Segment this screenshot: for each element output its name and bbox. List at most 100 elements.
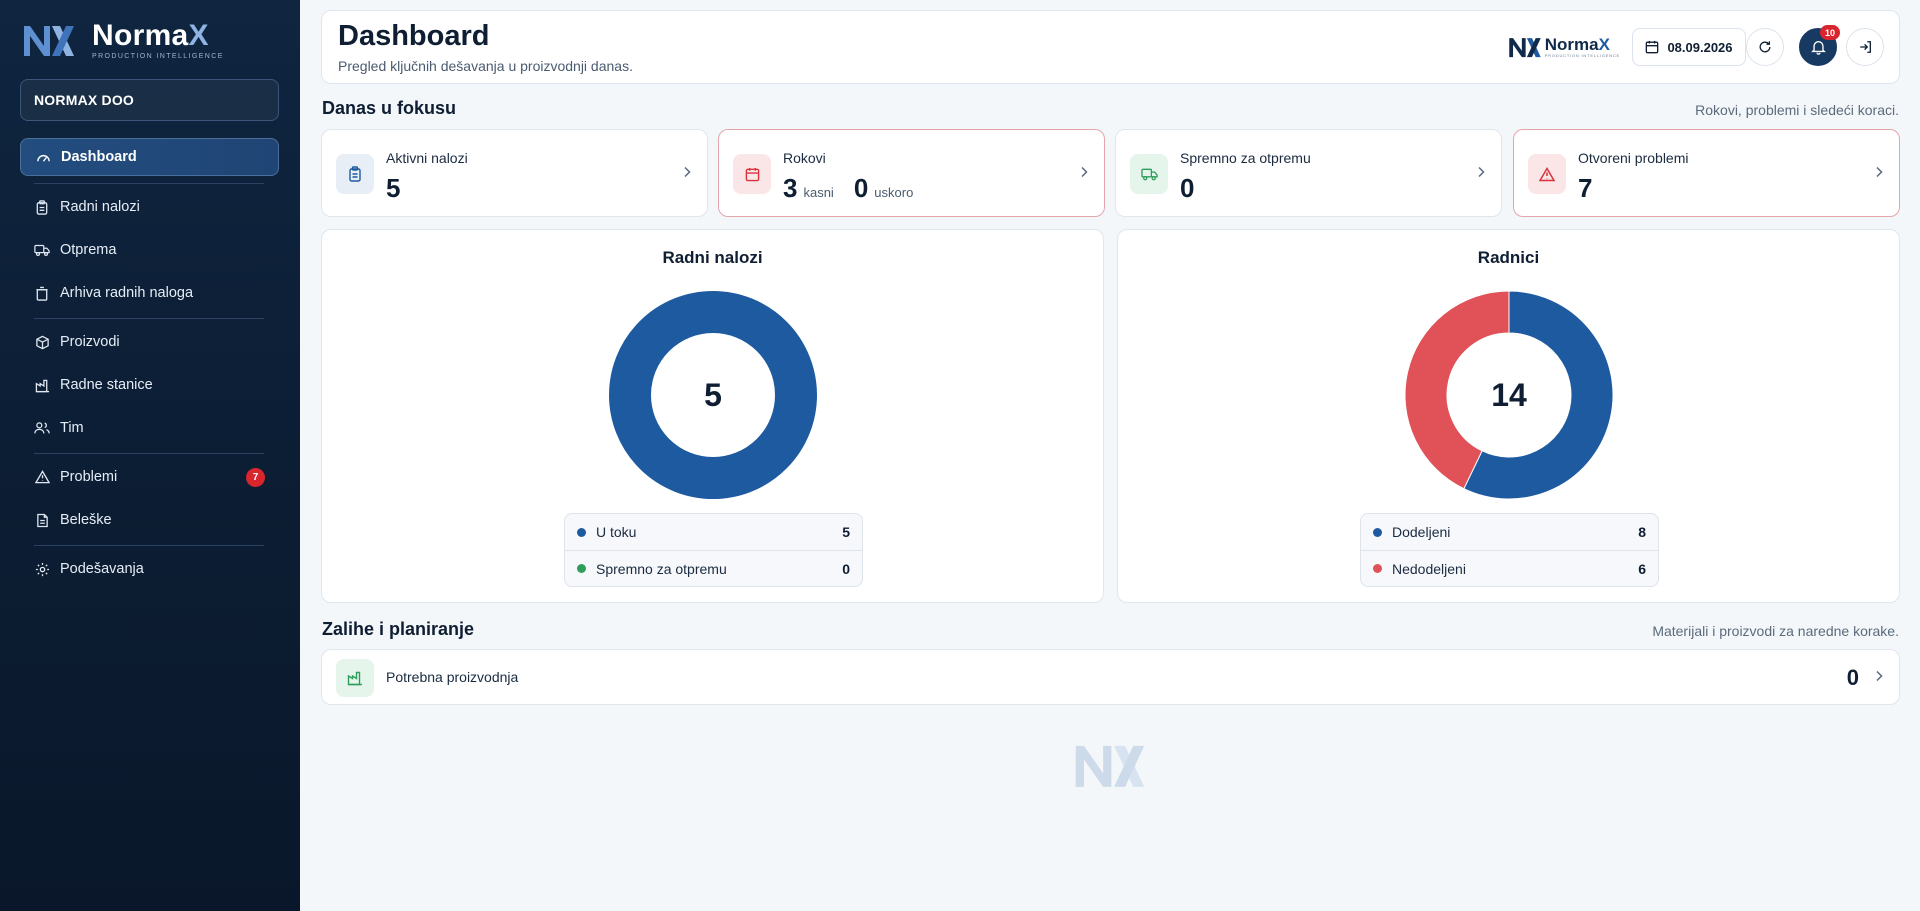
section-hint-stock: Materijali i proizvodi za naredne korake… [1652,623,1899,639]
legend-value: 6 [1638,560,1646,577]
kpi-deadline-values: 3 kasni 0 uskoro [783,173,933,204]
legend-label: Spremno za otpremu [596,560,727,577]
sidebar-item-dashboard[interactable]: Dashboard [20,138,279,176]
logout-icon [1859,41,1871,53]
legend-row-assigned: Dodeljeni 8 [1361,514,1658,550]
box-icon [34,334,50,350]
warning-icon [1528,154,1566,194]
legend-dot [577,527,586,537]
kpi-label: Spremno za otpremu [1180,150,1311,166]
archive-icon [34,285,50,301]
late-count: 3 [783,173,798,203]
company-selector[interactable]: NORMAX DOO [20,79,279,121]
chart-legend: U toku 5 Spremno za otpremu 0 [564,513,863,587]
chevron-right-icon [1478,166,1485,178]
legend-label: Dodeljeni [1392,524,1451,540]
page-subtitle: Pregled ključnih dešavanja u proizvodnji… [338,58,633,74]
refresh-icon [1759,41,1771,53]
legend-value: 5 [842,524,850,540]
stock-item-label: Potrebna proizvodnja [386,669,519,685]
stock-row-required-production[interactable]: Potrebna proizvodnja 0 [321,649,1900,705]
notifications-button[interactable]: 10 [1799,25,1840,66]
donut-total-label: 5 [704,377,722,413]
bell-icon [1810,41,1826,55]
legend-row-ready-to-ship: Spremno za otpremu 0 [565,550,862,586]
kpi-card-deadlines[interactable]: Rokovi 3 kasni 0 uskoro [718,129,1105,217]
notification-count-badge: 10 [1820,25,1840,40]
dashboard-gauge-icon [35,149,51,165]
brand-logo[interactable]: NormaX PRODUCTION INTELLIGENCE [22,20,224,60]
soon-label: uskoro [874,185,914,200]
sidebar-divider [34,453,264,454]
gear-icon [34,561,50,577]
date-picker-button[interactable]: 08.09.2026 [1632,28,1746,66]
chart-card-workers: Radnici 14 Dodeljeni 8 Nedodeljeni 6 [1117,229,1900,603]
legend-label: Nedodeljeni [1392,560,1466,577]
sidebar-item-arhiva[interactable]: Arhiva radnih naloga [20,274,279,312]
sidebar-item-radni-nalozi[interactable]: Radni nalozi [20,188,279,226]
sidebar-item-label: Proizvodi [60,334,120,350]
factory-icon [336,659,374,697]
kpi-card-active-orders[interactable]: Aktivni nalozi 5 [321,129,708,217]
sidebar-item-tim[interactable]: Tim [20,409,279,447]
sidebar-item-label: Dashboard [61,149,137,165]
clipboard-icon [34,199,50,215]
sidebar-item-radne-stanice[interactable]: Radne stanice [20,366,279,404]
chevron-right-icon [1876,166,1883,178]
legend-label: U toku [596,524,637,540]
sidebar-item-label: Radni nalozi [60,199,140,215]
kpi-value: 0 [1180,173,1195,203]
section-title-stock: Zalihe i planiranje [322,619,475,639]
watermark-logo-icon [1075,745,1145,787]
warning-icon [34,469,50,485]
kpi-value: 7 [1578,173,1593,203]
sidebar-item-proizvodi[interactable]: Proizvodi [20,323,279,361]
stock-item-value: 0 [1846,665,1859,690]
sidebar-item-otprema[interactable]: Otprema [20,231,279,269]
header-brand-tagline: PRODUCTION INTELLIGENCE [1544,52,1620,58]
chevron-right-icon [684,166,691,178]
sidebar-item-label: Arhiva radnih naloga [60,285,194,301]
work-orders-donut-chart: 5 [609,291,817,499]
sidebar-item-label: Radne stanice [60,377,153,393]
truck-icon [1130,154,1168,194]
refresh-button[interactable] [1746,28,1784,66]
late-label: kasni [803,185,834,200]
logout-button[interactable] [1846,28,1884,66]
legend-dot [577,564,586,573]
kpi-card-ready-to-ship[interactable]: Spremno za otpremu 0 [1115,129,1502,217]
clipboard-icon [336,154,374,194]
calendar-icon [1645,40,1659,54]
chart-card-work-orders: Radni nalozi 5 U toku 5 Spremno za otpre… [321,229,1104,603]
sidebar-divider [34,183,264,184]
sidebar-item-problemi[interactable]: Problemi 7 [20,458,279,496]
section-title-focus: Danas u fokusu [322,98,457,118]
sidebar-item-label: Tim [60,420,84,436]
calendar-icon [733,154,771,194]
notes-icon [34,512,50,528]
chevron-right-icon [1081,166,1088,178]
sidebar-item-label: Beleške [60,512,112,528]
normax-logo-icon [24,26,74,56]
donut-total-label: 14 [1491,377,1527,413]
truck-icon [34,242,50,258]
sidebar-divider [34,318,264,319]
soon-count: 0 [853,173,869,203]
legend-value: 0 [842,560,850,577]
legend-dot [1373,564,1382,573]
workers-donut-chart: 14 [1404,290,1614,500]
kpi-card-open-problems[interactable]: Otvoreni problemi 7 [1513,129,1900,217]
sidebar-item-beleske[interactable]: Beleške [20,501,279,539]
kpi-value: 5 [386,173,401,203]
kpi-label: Aktivni nalozi [386,150,468,166]
sidebar-item-label: Problemi [60,469,118,485]
kpi-label: Rokovi [783,150,826,166]
legend-row-unassigned: Nedodeljeni 6 [1361,550,1658,586]
main-content: Dashboard Pregled ključnih dešavanja u p… [300,0,1920,911]
users-icon [34,420,50,436]
legend-row-in-progress: U toku 5 [565,514,862,550]
current-date: 08.09.2026 [1667,39,1733,55]
brand-name: NormaX [92,18,209,52]
header-brand-name: NormaX [1544,34,1610,54]
sidebar-item-podesavanja[interactable]: Podešavanja [20,550,279,588]
